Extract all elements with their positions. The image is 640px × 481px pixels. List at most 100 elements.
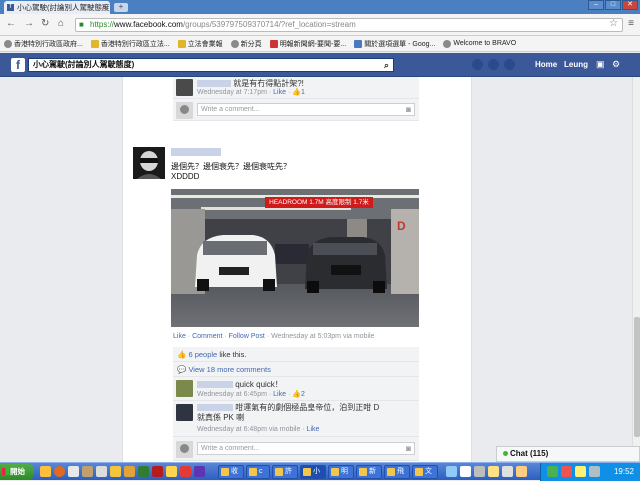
browser-tab[interactable]: f 小心駕駛(討論別人駕駛態度) ✕ [4,1,110,14]
quicklaunch-icon[interactable] [138,466,149,477]
post-photo[interactable]: HEADROOM 1.7M 高度限制 1.7米 D [171,189,419,327]
profile-link[interactable]: Leung [564,60,588,69]
back-arrow-icon[interactable]: ← [6,18,16,29]
comment-input[interactable]: Write a comment... ◙ [197,103,415,116]
bookmark-item[interactable]: 香港特別行政區政府... [4,39,83,49]
redacted-name [197,381,233,389]
minimize-button[interactable]: – [588,0,604,10]
taskbar-window[interactable]: 明 [328,465,354,479]
avatar[interactable] [176,404,193,421]
avatar[interactable] [176,79,193,96]
language-bar-icon[interactable] [460,466,471,477]
taskbar-window[interactable]: 收 [218,465,244,479]
language-bar-icon[interactable] [502,466,513,477]
account-settings-icon[interactable]: ⚙ [612,59,620,70]
taskbar-window[interactable]: 許 [272,465,298,479]
messages-icon[interactable] [488,59,499,70]
poster-avatar[interactable] [133,147,165,179]
address-bar[interactable]: ■ https://www.facebook.com/groups/539797… [75,18,623,32]
quicklaunch-icon[interactable] [68,466,79,477]
tab-close-icon[interactable]: ✕ [101,3,107,11]
comment-input[interactable]: Write a comment... ◙ [197,442,415,455]
bookmark-item[interactable]: Welcome to BRAVO [443,39,516,48]
bookmark-item[interactable]: 立法會業報 [177,39,223,49]
bookmark-item[interactable]: 香港特別行政區立法... [90,39,170,49]
quicklaunch-icon[interactable] [152,466,163,477]
language-bar-icon[interactable] [446,466,457,477]
quicklaunch-icon[interactable] [82,466,93,477]
quicklaunch-icon[interactable] [124,466,135,477]
friend-requests-icon[interactable] [472,59,483,70]
maximize-button[interactable]: □ [605,0,621,10]
tray-icon[interactable] [547,466,558,477]
new-tab-button[interactable]: + [114,3,128,12]
volume-icon[interactable] [589,466,600,477]
forward-arrow-icon[interactable]: → [24,18,34,29]
reload-icon[interactable]: ↻ [41,18,49,29]
camera-icon[interactable]: ◙ [406,443,411,454]
page-scrollbar[interactable] [632,77,640,463]
comment-item: 咁運氣有的劇個極品皇帝位，泊到正咁 D 就真係 PK 喇 Wednesday a… [173,401,419,437]
quicklaunch-icon[interactable] [180,466,191,477]
bookmark-item[interactable]: 新分頁 [230,39,262,49]
avatar[interactable] [176,380,193,397]
language-bar-icon[interactable] [516,466,527,477]
notifications-icon[interactable] [504,59,515,70]
search-icon[interactable]: ⌕ [384,59,389,71]
home-icon[interactable]: ⌂ [58,18,64,29]
comment-time[interactable]: Wednesday at 7:17pm [197,89,267,96]
post-likes-summary: 👍 6 people like this. [173,347,419,362]
taskbar-window[interactable]: 文 [412,465,438,479]
comment-time[interactable]: Wednesday at 6:45pm [197,391,267,398]
comment-item: 就是有冇得點計架?! Wednesday at 7:17pm · Like · … [173,77,419,99]
taskbar-window[interactable]: 新 [356,465,382,479]
quicklaunch-icon[interactable] [96,466,107,477]
comment-like-link[interactable]: Like [273,391,286,398]
comment-like-link[interactable]: Like [273,89,286,96]
bookmark-item[interactable]: 明報新聞網-要聞-要... [269,39,346,49]
post-comment-link[interactable]: Comment [192,333,222,340]
chat-sidebar-toggle[interactable]: Chat (115) [496,446,640,462]
redacted-name [197,80,231,88]
quicklaunch-icon[interactable] [110,466,121,477]
facebook-logo-icon[interactable]: f [11,58,25,72]
settings-wrench-icon[interactable]: ≡ [628,18,634,29]
quicklaunch-icon[interactable] [40,466,51,477]
quicklaunch-icon[interactable] [194,466,205,477]
view-more-comments-link[interactable]: View 18 more comments [188,365,270,374]
close-window-button[interactable]: ✕ [622,0,638,10]
camera-icon[interactable]: ◙ [406,104,411,115]
start-button[interactable]: 開始 [0,464,34,480]
tray-icon[interactable] [561,466,572,477]
taskbar-window[interactable]: c [246,465,270,479]
url-host: www.facebook.com [114,20,183,29]
post-time[interactable]: Wednesday at 5:03pm via mobile [271,333,374,340]
privacy-shortcuts-icon[interactable]: ▣ [596,59,605,70]
comment-like-count: 1 [300,89,305,96]
facebook-search-input[interactable]: 小心駕駛(討論別人駕駛態度) ⌕ [28,58,394,72]
bookmark-star-icon[interactable]: ☆ [609,18,618,29]
likers-link[interactable]: 6 people [188,350,217,359]
jewel-icons [472,59,515,70]
taskbar-window[interactable]: 飛 [384,465,410,479]
post-like-link[interactable]: Like [173,333,186,340]
tray-icon[interactable] [575,466,586,477]
bookmark-item[interactable]: 關於選項選單 - Goog... [354,39,435,49]
scrollbar-thumb[interactable] [634,317,640,437]
thumbs-up-icon: 👍 [177,350,187,359]
clock[interactable]: 19:52 [614,467,634,476]
home-link[interactable]: Home [535,60,557,69]
tab-title: 小心駕駛(討論別人駕駛態度) [17,3,110,12]
thumbs-up-icon: 👍 [292,391,301,398]
quicklaunch-icon[interactable] [166,466,177,477]
firefox-icon[interactable] [54,466,65,477]
follow-post-link[interactable]: Follow Post [229,333,265,340]
write-comment-row: Write a comment... ◙ [173,99,419,121]
comment-time[interactable]: Wednesday at 6:48pm via mobile [197,426,300,433]
language-bar-icon[interactable] [474,466,485,477]
browser-tab-bar: f 小心駕駛(討論別人駕駛態度) ✕ + – □ ✕ [0,0,640,14]
taskbar-window[interactable]: 小 [300,465,326,479]
language-bar-icon[interactable] [488,466,499,477]
taskbar: 開始 收 c 許 小 明 新 飛 文 19:52 [0,462,640,481]
comment-like-link[interactable]: Like [307,426,320,433]
